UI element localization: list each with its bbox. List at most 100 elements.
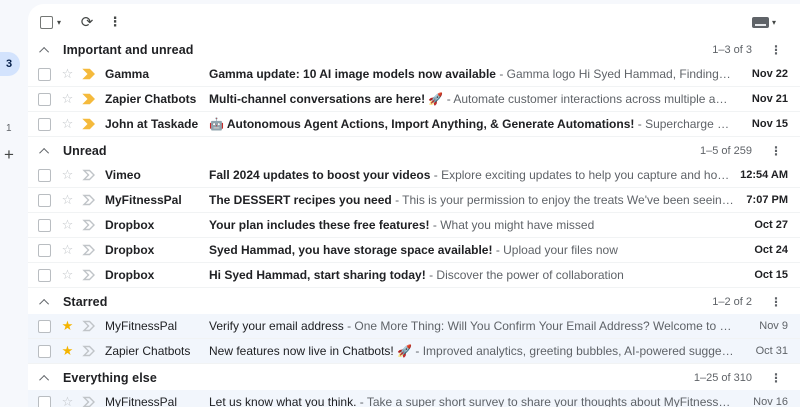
section-starred: Starred 1–2 of 2 ⋮ MyFitnessPal Verify y… [28,290,800,364]
row-checkbox[interactable] [38,244,51,257]
subject: Let us know what you think. [209,395,356,407]
snippet: - One More Thing: Will You Confirm Your … [347,319,734,333]
input-tools-keyboard-icon[interactable] [752,17,769,28]
importance-marker-icon[interactable] [82,319,98,333]
email-row[interactable]: MyFitnessPal The DESSERT recipes you nee… [28,188,800,213]
nav-label-count-pill[interactable]: 3 [0,52,20,76]
email-row[interactable]: Dropbox Hi Syed Hammad, start sharing to… [28,263,800,288]
row-checkbox[interactable] [38,169,51,182]
row-checkbox[interactable] [38,269,51,282]
star-icon[interactable] [60,66,75,82]
date: Nov 15 [744,118,788,130]
email-row[interactable]: Dropbox Syed Hammad, you have storage sp… [28,238,800,263]
add-icon[interactable]: + [4,146,14,163]
email-row[interactable]: Zapier Chatbots New features now live in… [28,339,800,364]
importance-marker-icon[interactable] [82,193,98,207]
importance-marker-icon[interactable] [82,243,98,257]
importance-marker-icon[interactable] [82,218,98,232]
subject: Verify your email address [209,319,344,333]
snippet: - Supercharge your workflow with our lat… [638,117,734,131]
importance-marker-icon[interactable] [82,395,98,407]
subject-snippet: Gamma update: 10 AI image models now ava… [209,67,734,81]
select-dropdown-icon[interactable]: ▾ [57,18,61,27]
snippet: - Take a super short survey to share you… [360,395,734,407]
importance-marker-icon[interactable] [82,268,98,282]
star-icon[interactable] [60,242,75,258]
star-icon[interactable] [60,267,75,283]
email-row[interactable]: John at Taskade 🤖 Autonomous Agent Actio… [28,112,800,137]
sender: Vimeo [105,168,201,182]
section-more-icon[interactable]: ⋮ [766,43,786,57]
star-icon[interactable] [60,116,75,132]
sender: MyFitnessPal [105,319,201,333]
email-row[interactable]: Vimeo Fall 2024 updates to boost your vi… [28,163,800,188]
section-more-icon[interactable]: ⋮ [766,295,786,309]
collapse-chevron-icon[interactable] [39,298,49,308]
row-checkbox[interactable] [38,93,51,106]
collapse-chevron-icon[interactable] [39,147,49,157]
subject: Your plan includes these free features! [209,218,430,232]
nav-label-count: 1 [6,123,12,134]
importance-marker-icon[interactable] [82,92,98,106]
importance-marker-icon[interactable] [82,117,98,131]
section-everything-else: Everything else 1–25 of 310 ⋮ MyFitnessP… [28,366,800,407]
row-checkbox[interactable] [38,118,51,131]
subject-snippet: Verify your email address - One More Thi… [209,319,734,333]
snippet: - Automate customer interactions across … [447,92,734,106]
date: Oct 24 [744,244,788,256]
subject-snippet: Fall 2024 updates to boost your videos -… [209,168,730,182]
star-icon[interactable] [60,394,75,407]
row-checkbox[interactable] [38,219,51,232]
importance-marker-icon[interactable] [82,67,98,81]
subject: Multi-channel conversations are here! 🚀 [209,92,443,106]
star-icon[interactable] [60,318,75,334]
email-row[interactable]: MyFitnessPal Verify your email address -… [28,314,800,339]
star-icon[interactable] [60,167,75,183]
row-checkbox[interactable] [38,68,51,81]
refresh-icon[interactable]: ⟳ [75,10,99,34]
snippet: - This is your permission to enjoy the t… [395,193,734,207]
subject-snippet: Hi Syed Hammad, start sharing today! - D… [209,268,734,282]
row-checkbox[interactable] [38,320,51,333]
subject-snippet: Syed Hammad, you have storage space avai… [209,243,734,257]
row-checkbox[interactable] [38,396,51,407]
select-all-checkbox[interactable] [40,16,53,29]
email-row[interactable]: Zapier Chatbots Multi-channel conversati… [28,87,800,112]
date: 12:54 AM [740,169,788,181]
importance-marker-icon[interactable] [82,344,98,358]
row-checkbox[interactable] [38,345,51,358]
snippet: - What you might have missed [433,218,594,232]
sender: MyFitnessPal [105,395,201,407]
section-title: Starred [63,295,107,309]
input-tools-dropdown-icon[interactable]: ▾ [772,18,776,27]
star-icon[interactable] [60,91,75,107]
date: 7:07 PM [744,194,788,206]
snippet: - Upload your files now [496,243,618,257]
star-icon[interactable] [60,217,75,233]
section-more-icon[interactable]: ⋮ [766,144,786,158]
section-more-icon[interactable]: ⋮ [766,371,786,385]
subject: The DESSERT recipes you need [209,193,392,207]
collapse-chevron-icon[interactable] [39,374,49,384]
more-options-icon[interactable]: ⋮ [103,10,127,34]
subject: 🤖 Autonomous Agent Actions, Import Anyth… [209,117,634,131]
collapse-chevron-icon[interactable] [39,46,49,56]
subject: New features now live in Chatbots! 🚀 [209,344,412,358]
subject: Hi Syed Hammad, start sharing today! [209,268,426,282]
row-checkbox[interactable] [38,194,51,207]
section-title: Everything else [63,371,157,385]
section-range: 1–3 of 3 [712,44,752,56]
star-icon[interactable] [60,343,75,359]
subject-snippet: Let us know what you think. - Take a sup… [209,395,734,407]
star-icon[interactable] [60,192,75,208]
importance-marker-icon[interactable] [82,168,98,182]
collapsed-nav-rail: 3 1 + [0,0,28,407]
email-row[interactable]: Dropbox Your plan includes these free fe… [28,213,800,238]
email-row[interactable]: MyFitnessPal Let us know what you think.… [28,390,800,407]
section-range: 1–2 of 2 [712,296,752,308]
sender: Dropbox [105,243,201,257]
subject-snippet: New features now live in Chatbots! 🚀 - I… [209,344,734,358]
date: Nov 16 [744,396,788,407]
email-row[interactable]: Gamma Gamma update: 10 AI image models n… [28,62,800,87]
subject-snippet: The DESSERT recipes you need - This is y… [209,193,734,207]
